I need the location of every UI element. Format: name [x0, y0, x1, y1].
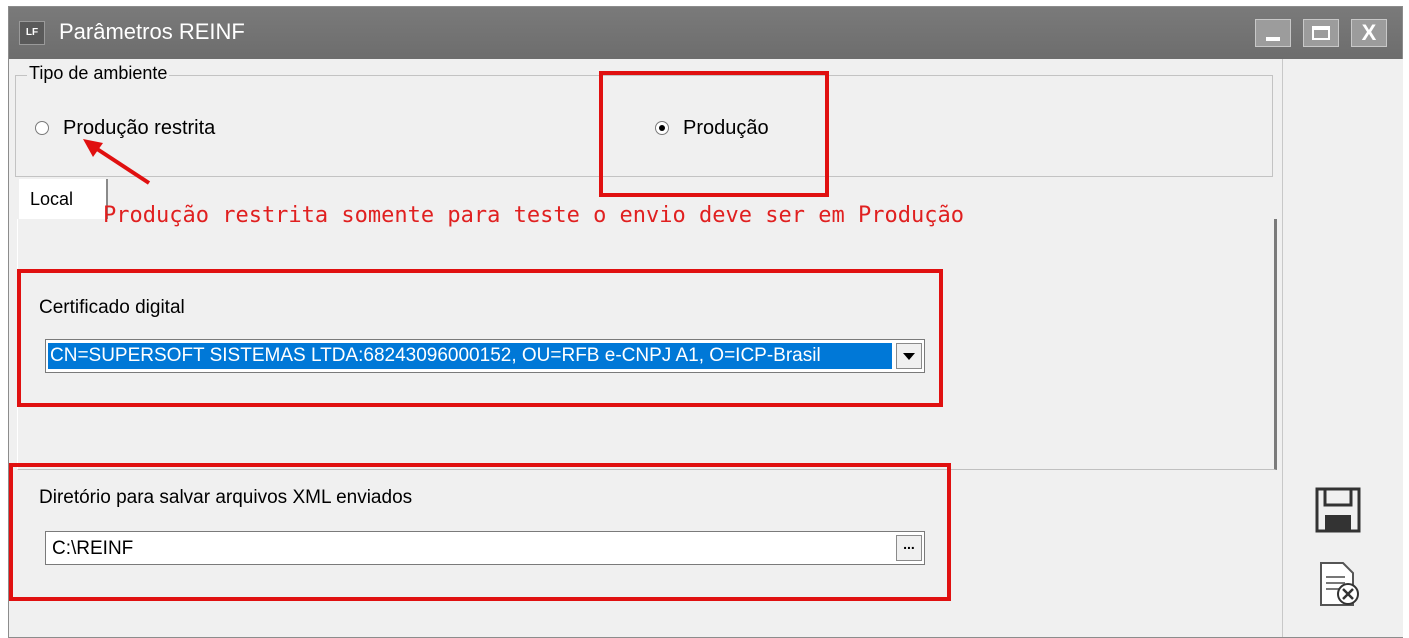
- parametros-reinf-window: LF Parâmetros REINF X Tipo de ambiente P…: [8, 6, 1403, 638]
- close-button[interactable]: X: [1351, 19, 1387, 47]
- maximize-icon: [1312, 26, 1330, 40]
- highlight-box-certificado: [17, 269, 943, 407]
- window-title: Parâmetros REINF: [59, 19, 245, 44]
- side-action-panel: [1282, 59, 1403, 637]
- minimize-button[interactable]: [1255, 19, 1291, 47]
- title-bar[interactable]: LF Parâmetros REINF X: [9, 7, 1402, 59]
- app-icon: LF: [19, 21, 45, 45]
- tab-local-label: Local: [30, 189, 74, 209]
- close-icon: X: [1361, 20, 1377, 45]
- annotation-text: Produção restrita somente para teste o e…: [103, 203, 964, 228]
- highlight-box-producao: [599, 71, 829, 197]
- minimize-icon: [1266, 37, 1280, 41]
- save-icon[interactable]: [1313, 485, 1363, 535]
- tipo-ambiente-label: Tipo de ambiente: [27, 63, 170, 84]
- arrow-icon: [83, 139, 151, 185]
- radio-producao-restrita[interactable]: [35, 121, 49, 135]
- highlight-box-diretorio: [9, 463, 951, 601]
- cancel-document-icon[interactable]: [1313, 559, 1363, 609]
- maximize-button[interactable]: [1303, 19, 1339, 47]
